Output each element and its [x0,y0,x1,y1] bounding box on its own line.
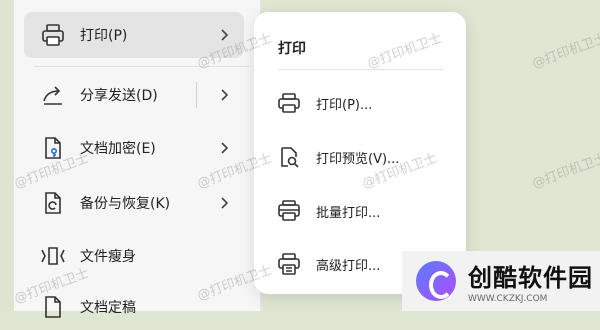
printer-icon [276,90,302,116]
menu-item-label: 打印(P) [80,28,128,44]
logo-url: WWW.CKZKJ.COM [468,294,548,304]
submenu-item-label: 批量打印... [316,205,381,221]
batch-print-icon [276,198,302,224]
print-preview-icon [276,144,302,170]
file-slim-icon [38,241,68,271]
menu-item-label: 文档定稿 [80,300,136,316]
menu-divider [34,66,250,67]
chevron-right-icon [214,193,234,213]
split-divider [196,82,197,108]
menu-item-encrypt[interactable]: 文档加密(E) [24,125,244,171]
share-icon [38,80,68,110]
chevron-right-icon [214,138,234,158]
submenu-item-batch-print[interactable]: 批量打印... [276,194,456,228]
menu-item-share[interactable]: 分享发送(D) [24,72,244,118]
site-logo: 创酷软件园 WWW.CKZKJ.COM [402,251,600,311]
submenu-item-label: 打印预览(V)... [316,151,400,167]
submenu-item-label: 高级打印... [316,258,381,274]
file-menu: 打印(P) 分享发送(D) 文档加密(E) 备份与恢复(K) 文件瘦身 文档定稿 [14,0,261,318]
submenu-item-label: 打印(P)... [316,97,373,113]
submenu-item-print-preview[interactable]: 打印预览(V)... [276,140,456,174]
background-strip [0,0,14,311]
menu-item-label: 文档加密(E) [80,141,156,157]
menu-item-label: 文件瘦身 [80,249,136,265]
menu-item-label: 分享发送(D) [80,88,158,104]
submenu-item-print[interactable]: 打印(P)... [276,86,456,120]
document-lock-icon [38,133,68,163]
chevron-right-icon [214,25,234,45]
document-finalize-icon [38,292,68,322]
logo-mark-icon [416,261,456,301]
submenu-title: 打印 [278,41,306,57]
menu-item-slim[interactable]: 文件瘦身 [24,233,244,279]
chevron-right-icon[interactable] [214,85,234,105]
menu-item-print[interactable]: 打印(P) [24,12,244,58]
menu-item-label: 备份与恢复(K) [80,196,171,212]
printer-icon [38,20,68,50]
advanced-print-icon [276,251,302,277]
submenu-divider [278,69,444,70]
menu-item-backup[interactable]: 备份与恢复(K) [24,180,244,226]
backup-restore-icon [38,188,68,218]
menu-item-finalize[interactable]: 文档定稿 [24,284,244,330]
logo-name: 创酷软件园 [468,264,593,292]
